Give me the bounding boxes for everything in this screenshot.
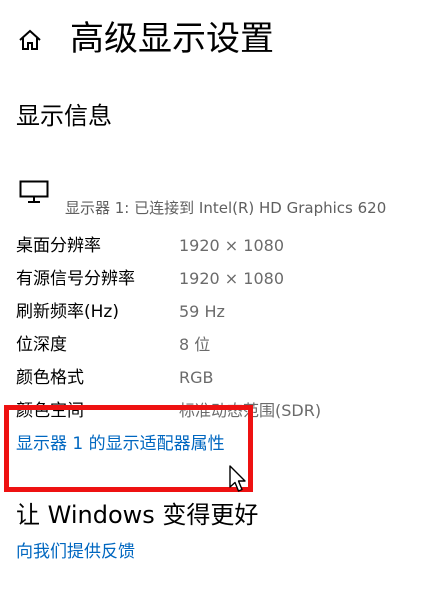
page-title: 高级显示设置	[70, 19, 274, 59]
info-value: 1920 × 1080	[179, 236, 285, 255]
info-row-desktop-resolution: 桌面分辨率 1920 × 1080	[16, 231, 416, 261]
info-label: 位深度	[16, 335, 67, 355]
monitor-icon	[19, 180, 49, 203]
info-value: 1920 × 1080	[179, 269, 285, 288]
info-value: 59 Hz	[179, 302, 225, 321]
display-caption: 显示器 1: 已连接到 Intel(R) HD Graphics 620	[65, 199, 387, 217]
info-label: 桌面分辨率	[16, 236, 101, 256]
mouse-cursor-icon	[229, 465, 246, 492]
section-title-display-info: 显示信息	[16, 102, 112, 130]
info-row-bit-depth: 位深度 8 位	[16, 330, 416, 360]
info-value: RGB	[179, 368, 214, 387]
section-title-make-windows-better: 让 Windows 变得更好	[16, 501, 259, 529]
info-label: 有源信号分辨率	[16, 269, 135, 289]
info-row-color-format: 颜色格式 RGB	[16, 363, 416, 393]
highlight-box	[4, 405, 253, 492]
info-label: 刷新频率(Hz)	[16, 302, 119, 322]
info-row-refresh-rate: 刷新频率(Hz) 59 Hz	[16, 297, 416, 327]
info-value: 8 位	[179, 335, 211, 354]
home-icon[interactable]	[18, 28, 42, 52]
info-row-active-signal-resolution: 有源信号分辨率 1920 × 1080	[16, 264, 416, 294]
info-label: 颜色格式	[16, 368, 84, 388]
give-feedback-link[interactable]: 向我们提供反馈	[16, 537, 135, 567]
